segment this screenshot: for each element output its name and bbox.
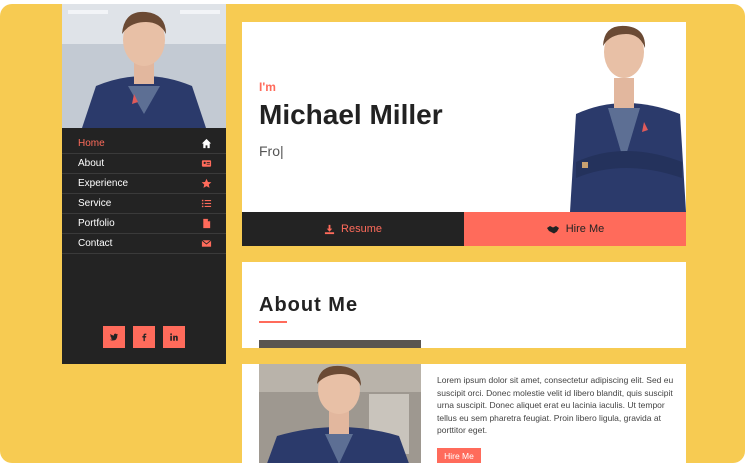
about-detail-card: Lorem ipsum dolor sit amet, consectetur …	[242, 364, 686, 463]
hero-name: Michael Miller	[259, 99, 443, 130]
sidebar-item-experience[interactable]: Experience	[62, 174, 226, 194]
sidebar-item-about[interactable]: About	[62, 154, 226, 174]
linkedin-button[interactable]	[163, 326, 185, 348]
twitter-button[interactable]	[103, 326, 125, 348]
star-icon	[201, 178, 212, 188]
hire-me-label: Hire Me	[565, 223, 605, 235]
hero-intro: I'm	[259, 80, 276, 94]
linkedin-icon	[170, 333, 178, 341]
about-profile-photo	[259, 364, 421, 463]
hero-buttons: Resume Hire Me	[242, 212, 686, 246]
hero-profile-photo	[556, 22, 686, 212]
about-card: About Me	[242, 262, 686, 348]
envelope-icon	[201, 239, 212, 247]
sidebar-item-label: About	[78, 158, 105, 169]
sidebar-item-home[interactable]: Home	[62, 134, 226, 154]
id-card-icon	[201, 160, 212, 167]
list-icon	[201, 199, 212, 208]
hire-me-button[interactable]: Hire Me	[464, 212, 686, 246]
sidebar-item-label: Experience	[78, 178, 129, 189]
about-title: About Me	[259, 294, 359, 316]
hero-typed-text: Fro|	[259, 143, 284, 159]
hero-card: I'm Michael Miller Fro| Resume Hire Me	[242, 22, 686, 246]
resume-button[interactable]: Resume	[242, 212, 464, 246]
download-icon	[324, 224, 335, 234]
sidebar: Home About Experience Service Portfolio …	[62, 4, 226, 364]
sidebar-item-label: Service	[78, 198, 112, 209]
twitter-icon	[109, 333, 119, 341]
sidebar-item-contact[interactable]: Contact	[62, 234, 226, 254]
resume-label: Resume	[341, 223, 382, 235]
handshake-icon	[546, 225, 559, 233]
facebook-icon	[142, 333, 147, 342]
home-icon	[201, 138, 212, 149]
sidebar-item-label: Home	[78, 138, 105, 149]
about-paragraph: Lorem ipsum dolor sit amet, consectetur …	[437, 375, 674, 435]
file-icon	[203, 218, 211, 229]
about-photo-edge	[259, 340, 421, 348]
sidebar-item-service[interactable]: Service	[62, 194, 226, 214]
about-hire-me-button[interactable]: Hire Me	[437, 448, 481, 463]
facebook-button[interactable]	[133, 326, 155, 348]
page-frame: Home About Experience Service Portfolio …	[0, 4, 745, 463]
sidebar-item-portfolio[interactable]: Portfolio	[62, 214, 226, 234]
sidebar-item-label: Portfolio	[78, 218, 115, 229]
social-links	[103, 326, 185, 348]
sidebar-profile-photo	[62, 4, 226, 128]
about-title-underline	[259, 321, 287, 323]
sidebar-nav: Home About Experience Service Portfolio …	[62, 134, 226, 254]
sidebar-item-label: Contact	[78, 238, 113, 249]
